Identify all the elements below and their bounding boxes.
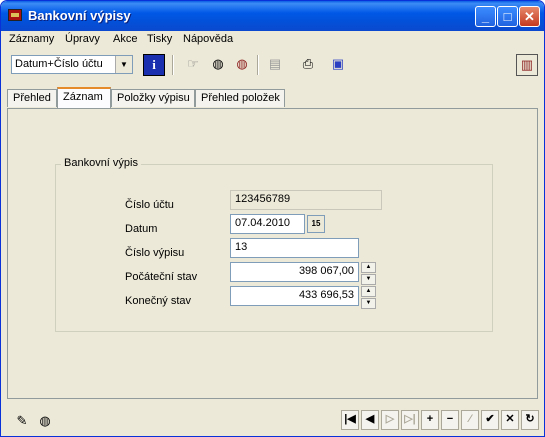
info-icon[interactable]: i [143, 54, 165, 76]
opening-balance-spinner[interactable]: ▲ ▼ [361, 262, 376, 285]
exit-door-icon[interactable]: ▥ [516, 54, 538, 76]
closing-balance-field[interactable]: 433 696,53 [230, 286, 359, 306]
account-field: 123456789 [230, 190, 382, 210]
menu-zaznamy[interactable]: Záznamy [9, 33, 54, 45]
chevron-down-icon[interactable]: ▼ [115, 56, 132, 73]
date-field[interactable]: 07.04.2010 [230, 214, 305, 234]
menu-tisky[interactable]: Tisky [147, 33, 172, 45]
refresh-button[interactable]: ↻ [521, 410, 539, 430]
statement-number-label: Číslo výpisu [125, 247, 185, 259]
globe-filter-icon[interactable]: ◍ [231, 54, 253, 76]
sort-combo-value: Datum+Číslo účtu [15, 58, 103, 70]
nav-first-button[interactable]: |◀ [341, 410, 359, 430]
save-disk-icon[interactable]: ▣ [327, 54, 349, 76]
printer-icon[interactable]: ⎙ [297, 54, 319, 76]
title-bar[interactable]: Bankovní výpisy _ □ ✕ [1, 1, 544, 31]
nav-next-button[interactable]: ▷ [381, 410, 399, 430]
menu-upravy[interactable]: Úpravy [65, 33, 100, 45]
calendar-icon[interactable]: 15 [307, 215, 325, 233]
account-label: Číslo účtu [125, 199, 174, 211]
opening-balance-label: Počáteční stav [125, 271, 198, 283]
sort-combo[interactable]: Datum+Číslo účtu ▼ [11, 55, 133, 74]
spin-up-icon[interactable]: ▲ [361, 262, 376, 273]
globe-icon[interactable]: ◍ [207, 54, 229, 76]
menu-akce[interactable]: Akce [113, 33, 137, 45]
spin-down-icon[interactable]: ▼ [361, 298, 376, 309]
delete-record-button[interactable]: − [441, 410, 459, 430]
statement-number-field[interactable]: 13 [230, 238, 359, 258]
toolbar-separator [172, 55, 174, 75]
closing-balance-spinner[interactable]: ▲ ▼ [361, 286, 376, 309]
tab-prehled-polozek[interactable]: Přehled položek [195, 89, 285, 107]
tab-prehled[interactable]: Přehled [7, 89, 57, 107]
main-window: Bankovní výpisy _ □ ✕ Záznamy Úpravy Akc… [0, 0, 545, 437]
opening-balance-field[interactable]: 398 067,00 [230, 262, 359, 282]
tab-zaznam[interactable]: Záznam [57, 87, 111, 109]
add-record-button[interactable]: + [421, 410, 439, 430]
date-label: Datum [125, 223, 158, 235]
spin-down-icon[interactable]: ▼ [361, 274, 376, 285]
tab-polozky-vypisu[interactable]: Položky výpisu [111, 89, 195, 107]
group-title: Bankovní výpis [61, 157, 141, 169]
toolbar-separator [257, 55, 259, 75]
maximize-button[interactable]: □ [497, 6, 518, 27]
app-icon[interactable] [8, 9, 22, 21]
confirm-button[interactable]: ✔ [481, 410, 499, 430]
menu-bar: Záznamy Úpravy Akce Tisky Nápověda [1, 31, 544, 49]
hand-pointer-icon[interactable]: ☞ [182, 54, 204, 76]
globe-icon[interactable]: ◍ [36, 412, 54, 430]
closing-balance-label: Konečný stav [125, 295, 192, 307]
close-button[interactable]: ✕ [519, 6, 540, 27]
minimize-button[interactable]: _ [475, 6, 496, 27]
edit-document-icon[interactable]: ✎ [13, 412, 31, 430]
window-title: Bankovní výpisy [28, 8, 131, 23]
nav-last-button[interactable]: ▷| [401, 410, 419, 430]
document-icon[interactable]: ▤ [264, 54, 286, 76]
nav-prev-button[interactable]: ◀ [361, 410, 379, 430]
cancel-button[interactable]: ✕ [501, 410, 519, 430]
spin-up-icon[interactable]: ▲ [361, 286, 376, 297]
edit-record-button[interactable]: ⁄ [461, 410, 479, 430]
menu-napoveda[interactable]: Nápověda [183, 33, 233, 45]
